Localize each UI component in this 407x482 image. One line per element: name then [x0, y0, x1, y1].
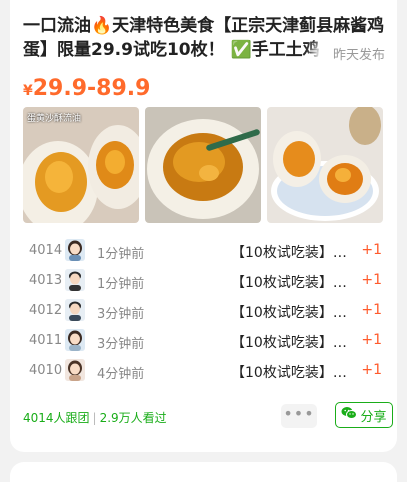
order-row[interactable]: 4010 4分钟前 【10枚试吃装】正宗天津蓟县麻酱鸡蛋 +1	[23, 358, 385, 388]
order-count: +1	[361, 332, 382, 348]
view-count: 2.9万人看过	[99, 411, 167, 425]
group-stats: 4014人跟团 | 2.9万人看过	[23, 409, 167, 426]
order-time: 3分钟前	[97, 307, 145, 322]
price: ¥29.9-89.9	[23, 76, 150, 101]
egg-photo-3[interactable]	[267, 107, 383, 223]
more-button[interactable]: •••	[281, 404, 317, 428]
order-count: +1	[361, 362, 382, 378]
order-list: 4014 1分钟前 【10枚试吃装】正宗天津蓟县麻酱鸡蛋 +1 4013 1分钟…	[23, 238, 385, 388]
girl-avatar	[65, 359, 85, 381]
girl-avatar	[65, 329, 85, 351]
order-product: 【10枚试吃装】正宗天津蓟县麻酱鸡蛋	[231, 245, 359, 261]
order-count: +1	[361, 242, 382, 258]
boy-avatar	[65, 299, 85, 321]
boy-avatar	[65, 269, 85, 291]
order-product: 【10枚试吃装】正宗天津蓟县麻酱鸡蛋	[231, 305, 359, 321]
order-number: 4013	[29, 273, 63, 288]
order-row[interactable]: 4013 1分钟前 【10枚试吃装】正宗天津蓟县麻酱鸡蛋 +1	[23, 268, 385, 298]
order-number: 4010	[29, 363, 63, 378]
price-symbol: ¥	[23, 83, 33, 99]
order-product: 【10枚试吃装】正宗天津蓟县麻酱鸡蛋	[231, 335, 359, 351]
posted-time: 昨天发布	[326, 44, 385, 63]
price-range: 29.9-89.9	[32, 76, 151, 101]
order-time: 1分钟前	[97, 277, 145, 292]
order-count: +1	[361, 302, 382, 318]
order-time: 1分钟前	[97, 247, 145, 262]
wechat-icon	[341, 406, 358, 424]
order-number: 4014	[29, 243, 63, 258]
order-count: +1	[361, 272, 382, 288]
share-button[interactable]: 分享	[335, 402, 393, 428]
title-line-2: 蛋】限量29.9试吃10枚！ ✅手工土鸡蛋	[23, 40, 319, 60]
share-label: 分享	[360, 409, 387, 425]
group-buy-card[interactable]: 一口流油🔥天津特色美食【正宗天津蓟县麻酱鸡 蛋】限量29.9试吃10枚！ ✅手工…	[10, 0, 397, 452]
girl-avatar	[65, 239, 85, 261]
order-number: 4012	[29, 303, 63, 318]
egg-photo-2[interactable]	[145, 107, 261, 223]
order-time: 4分钟前	[97, 367, 145, 382]
egg-photo-1[interactable]: 蛋黄沙酥流油	[23, 107, 139, 223]
follower-count: 4014人跟团	[23, 411, 90, 425]
order-row[interactable]: 4014 1分钟前 【10枚试吃装】正宗天津蓟县麻酱鸡蛋 +1	[23, 238, 385, 268]
photo-caption: 蛋黄沙酥流油	[27, 114, 82, 124]
order-number: 4011	[29, 333, 63, 348]
stats-divider: |	[92, 411, 97, 425]
order-product: 【10枚试吃装】正宗天津蓟县麻酱鸡蛋	[231, 365, 359, 381]
order-product: 【10枚试吃装】正宗天津蓟县麻酱鸡蛋	[231, 275, 359, 291]
order-row[interactable]: 4011 3分钟前 【10枚试吃装】正宗天津蓟县麻酱鸡蛋 +1	[23, 328, 385, 358]
image-gallery: 蛋黄沙酥流油	[23, 107, 384, 223]
next-card	[10, 462, 397, 482]
order-time: 3分钟前	[97, 337, 145, 352]
order-row[interactable]: 4012 3分钟前 【10枚试吃装】正宗天津蓟县麻酱鸡蛋 +1	[23, 298, 385, 328]
title-line-1: 一口流油🔥天津特色美食【正宗天津蓟县麻酱鸡	[23, 16, 385, 36]
